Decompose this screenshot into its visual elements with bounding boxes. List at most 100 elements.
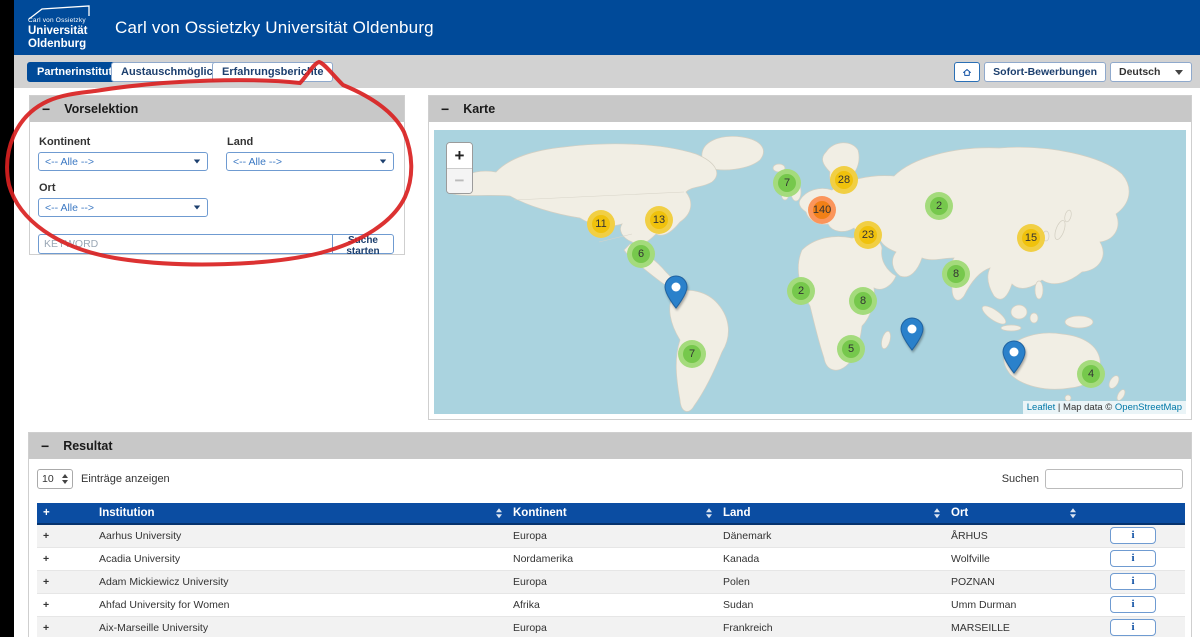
land-cell: Sudan bbox=[717, 593, 945, 616]
map-cluster-marker[interactable]: 2 bbox=[925, 192, 953, 220]
institution-cell: Ahfad University for Women bbox=[93, 593, 507, 616]
ort-cell: Umm Durman bbox=[945, 593, 1081, 616]
openstreetmap-link[interactable]: OpenStreetMap bbox=[1115, 402, 1182, 413]
map-zoom-control: + − bbox=[446, 142, 473, 194]
sort-icon[interactable] bbox=[1070, 508, 1076, 518]
map-cluster-marker[interactable]: 8 bbox=[942, 260, 970, 288]
resultat-header[interactable]: − Resultat bbox=[29, 433, 1191, 459]
language-value: Deutsch bbox=[1119, 66, 1160, 78]
info-button[interactable]: i bbox=[1110, 527, 1156, 544]
ort-cell: Wolfville bbox=[945, 547, 1081, 570]
kontinent-cell: Europa bbox=[507, 616, 717, 637]
info-button[interactable]: i bbox=[1110, 619, 1156, 636]
table-row: +Acadia UniversityNordamerikaKanadaWolfv… bbox=[37, 547, 1185, 570]
col-ort[interactable]: Ort bbox=[945, 503, 1081, 524]
kontinent-cell: Afrika bbox=[507, 593, 717, 616]
map-cluster-marker[interactable]: 8 bbox=[849, 287, 877, 315]
chevron-down-icon bbox=[194, 160, 200, 164]
keyword-input[interactable] bbox=[38, 234, 332, 254]
institution-cell: Aarhus University bbox=[93, 524, 507, 547]
kontinent-label: Kontinent bbox=[39, 136, 208, 148]
map-pin-marker[interactable] bbox=[1002, 340, 1026, 374]
vorselektion-header[interactable]: − Vorselektion bbox=[30, 96, 404, 122]
institution-cell: Acadia University bbox=[93, 547, 507, 570]
expand-all-header[interactable]: + bbox=[37, 503, 93, 524]
row-expand-button[interactable]: + bbox=[37, 547, 93, 570]
row-expand-button[interactable]: + bbox=[37, 570, 93, 593]
world-map[interactable]: + − 1113672814023282158754 Leaflet | Map… bbox=[434, 130, 1186, 414]
zoom-out-button[interactable]: − bbox=[447, 168, 472, 193]
collapse-icon[interactable]: − bbox=[41, 439, 49, 453]
row-expand-button[interactable]: + bbox=[37, 616, 93, 637]
sort-icon[interactable] bbox=[934, 508, 940, 518]
collapse-icon[interactable]: − bbox=[441, 102, 449, 116]
row-expand-button[interactable]: + bbox=[37, 593, 93, 616]
col-institution[interactable]: Institution bbox=[93, 503, 507, 524]
home-button[interactable] bbox=[954, 62, 980, 82]
karte-header[interactable]: − Karte bbox=[429, 96, 1191, 122]
map-cluster-marker[interactable]: 5 bbox=[837, 335, 865, 363]
zoom-in-button[interactable]: + bbox=[447, 143, 472, 168]
logo-text-oldenburg: Oldenburg bbox=[28, 38, 86, 50]
land-cell: Frankreich bbox=[717, 616, 945, 637]
info-button[interactable]: i bbox=[1110, 550, 1156, 567]
map-cluster-marker[interactable]: 4 bbox=[1077, 360, 1105, 388]
table-search-input[interactable] bbox=[1045, 469, 1183, 489]
row-expand-button[interactable]: + bbox=[37, 524, 93, 547]
map-cluster-marker[interactable]: 28 bbox=[830, 166, 858, 194]
results-table: + Institution Kontinent Land Ort +Aarhus… bbox=[37, 503, 1185, 637]
kontinent-cell: Nordamerika bbox=[507, 547, 717, 570]
page: Carl von Ossietzky Universität Oldenburg… bbox=[0, 0, 1200, 637]
institution-cell: Aix-Marseille University bbox=[93, 616, 507, 637]
kontinent-select[interactable]: <-- Alle --> bbox=[38, 152, 208, 171]
ort-cell: MARSEILLE bbox=[945, 616, 1081, 637]
tab-erfahrungsberichte[interactable]: Erfahrungsberichte bbox=[212, 62, 333, 82]
map-cluster-marker[interactable]: 13 bbox=[645, 206, 673, 234]
land-cell: Dänemark bbox=[717, 524, 945, 547]
land-cell: Kanada bbox=[717, 547, 945, 570]
table-search-label: Suchen bbox=[1002, 473, 1039, 485]
sofort-bewerbungen-button[interactable]: Sofort-Bewerbungen bbox=[984, 62, 1106, 82]
col-land[interactable]: Land bbox=[717, 503, 945, 524]
table-row: +Ahfad University for WomenAfrikaSudanUm… bbox=[37, 593, 1185, 616]
map-pin-marker[interactable] bbox=[664, 275, 688, 309]
screen-edge bbox=[0, 0, 14, 637]
ort-select[interactable]: <-- Alle --> bbox=[38, 198, 208, 217]
leaflet-link[interactable]: Leaflet bbox=[1027, 402, 1056, 413]
logo-text-universitaet: Universität bbox=[28, 25, 87, 37]
map-attribution: Leaflet | Map data © OpenStreetMap bbox=[1023, 401, 1186, 414]
page-title: Carl von Ossietzky Universität Oldenburg bbox=[115, 18, 434, 38]
info-button[interactable]: i bbox=[1110, 596, 1156, 613]
sort-icon[interactable] bbox=[706, 508, 712, 518]
land-cell: Polen bbox=[717, 570, 945, 593]
map-cluster-marker[interactable]: 7 bbox=[773, 169, 801, 197]
map-cluster-marker[interactable]: 7 bbox=[678, 340, 706, 368]
table-header-row: + Institution Kontinent Land Ort bbox=[37, 503, 1185, 524]
language-select[interactable]: Deutsch bbox=[1110, 62, 1192, 82]
map-cluster-marker[interactable]: 6 bbox=[627, 240, 655, 268]
info-button[interactable]: i bbox=[1110, 573, 1156, 590]
entries-label: Einträge anzeigen bbox=[81, 473, 170, 485]
university-logo: Carl von Ossietzky Universität Oldenburg bbox=[26, 4, 106, 52]
land-select[interactable]: <-- Alle --> bbox=[226, 152, 394, 171]
table-row: +Adam Mickiewicz UniversityEuropaPolenPO… bbox=[37, 570, 1185, 593]
map-cluster-marker[interactable]: 23 bbox=[854, 221, 882, 249]
spinner-icon bbox=[62, 474, 68, 484]
map-pin-marker[interactable] bbox=[900, 317, 924, 351]
kontinent-cell: Europa bbox=[507, 570, 717, 593]
panel-resultat: − Resultat 10 Einträge anzeigen Suchen +… bbox=[28, 432, 1192, 637]
land-label: Land bbox=[227, 136, 394, 148]
map-cluster-marker[interactable]: 140 bbox=[808, 196, 836, 224]
resultat-title: Resultat bbox=[63, 439, 112, 453]
col-kontinent[interactable]: Kontinent bbox=[507, 503, 717, 524]
karte-title: Karte bbox=[463, 102, 495, 116]
panel-vorselektion: − Vorselektion Kontinent <-- Alle --> La… bbox=[29, 95, 405, 255]
search-start-button[interactable]: Suche starten bbox=[332, 234, 394, 254]
collapse-icon[interactable]: − bbox=[42, 102, 50, 116]
sort-icon[interactable] bbox=[496, 508, 502, 518]
map-cluster-marker[interactable]: 15 bbox=[1017, 224, 1045, 252]
map-cluster-marker[interactable]: 11 bbox=[587, 210, 615, 238]
map-cluster-marker[interactable]: 2 bbox=[787, 277, 815, 305]
page-size-select[interactable]: 10 bbox=[37, 469, 73, 489]
kontinent-cell: Europa bbox=[507, 524, 717, 547]
